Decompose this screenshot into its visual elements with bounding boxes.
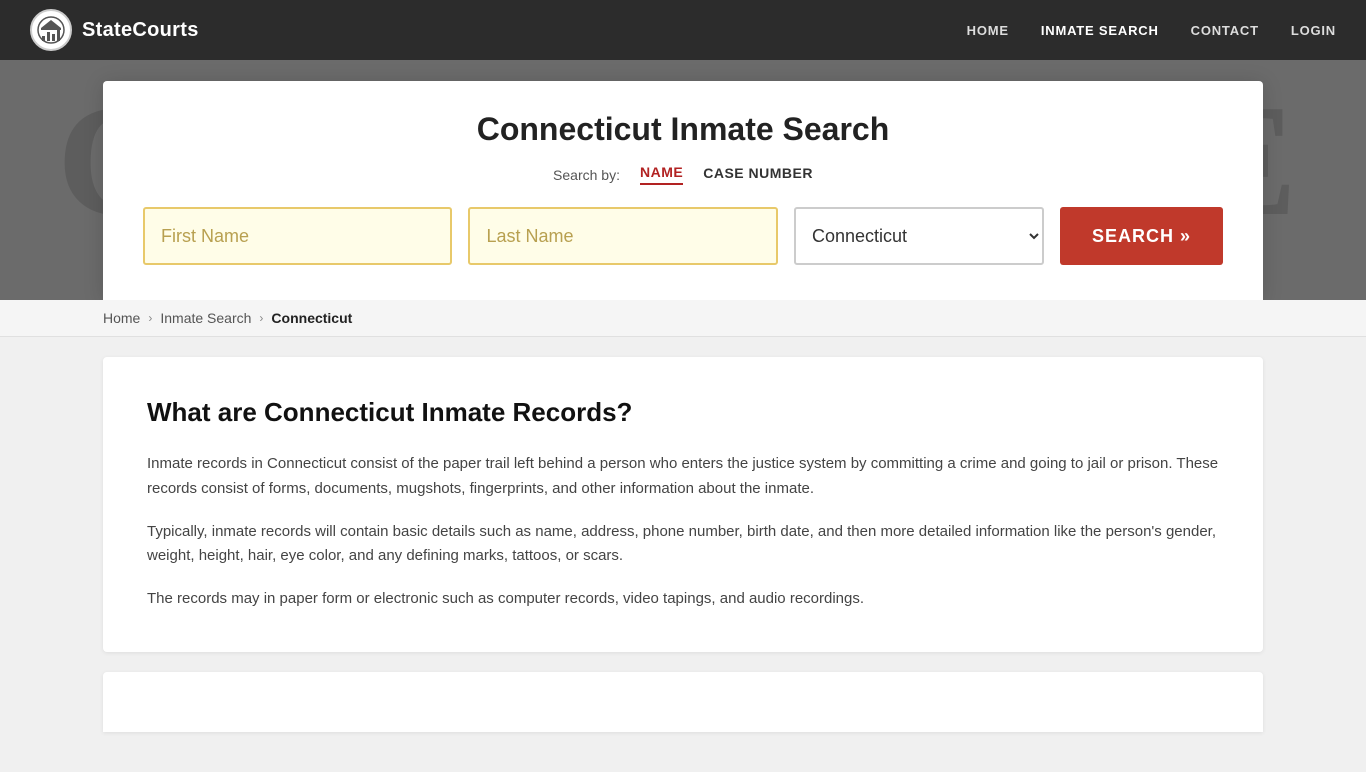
content-card-1: What are Connecticut Inmate Records? Inm…: [103, 357, 1263, 652]
breadcrumb-inmate-search[interactable]: Inmate Search: [160, 310, 251, 326]
section1-para2: Typically, inmate records will contain b…: [147, 520, 1219, 570]
logo-icon: [30, 9, 72, 51]
breadcrumb-home[interactable]: Home: [103, 310, 140, 326]
logo-text: StateCourts: [82, 19, 199, 42]
logo[interactable]: StateCourts: [30, 9, 199, 51]
breadcrumb-sep-1: ›: [148, 311, 152, 325]
section1-heading: What are Connecticut Inmate Records?: [147, 397, 1219, 428]
search-inputs-row: Connecticut Alabama Alaska Arizona Arkan…: [143, 207, 1223, 265]
nav-home[interactable]: HOME: [967, 23, 1009, 38]
nav-login[interactable]: LOGIN: [1291, 23, 1336, 38]
breadcrumb: Home › Inmate Search › Connecticut: [103, 310, 1263, 326]
header: COURTHOUSE StateCourts HOME INMATE SEARC…: [0, 0, 1366, 300]
tab-case-number[interactable]: CASE NUMBER: [703, 165, 813, 184]
content-card-2-partial: [103, 672, 1263, 732]
search-by-row: Search by: NAME CASE NUMBER: [143, 164, 1223, 185]
navigation-bar: StateCourts HOME INMATE SEARCH CONTACT L…: [0, 0, 1366, 60]
search-card: Connecticut Inmate Search Search by: NAM…: [103, 81, 1263, 300]
content-area: What are Connecticut Inmate Records? Inm…: [103, 357, 1263, 772]
columns-icon: [37, 16, 65, 44]
search-card-wrapper: Connecticut Inmate Search Search by: NAM…: [103, 81, 1263, 300]
nav-inmate-search[interactable]: INMATE SEARCH: [1041, 23, 1159, 38]
nav-links: HOME INMATE SEARCH CONTACT LOGIN: [967, 23, 1336, 38]
first-name-input[interactable]: [143, 207, 452, 265]
search-button[interactable]: SEARCH »: [1060, 207, 1223, 265]
last-name-input[interactable]: [468, 207, 777, 265]
breadcrumb-sep-2: ›: [259, 311, 263, 325]
section1-para1: Inmate records in Connecticut consist of…: [147, 452, 1219, 502]
breadcrumb-bar: Home › Inmate Search › Connecticut: [0, 300, 1366, 337]
search-card-title: Connecticut Inmate Search: [143, 111, 1223, 148]
section1-para3: The records may in paper form or electro…: [147, 587, 1219, 612]
nav-contact[interactable]: CONTACT: [1191, 23, 1259, 38]
state-select[interactable]: Connecticut Alabama Alaska Arizona Arkan…: [794, 207, 1044, 265]
tab-name[interactable]: NAME: [640, 164, 683, 185]
breadcrumb-current: Connecticut: [271, 310, 352, 326]
search-by-label: Search by:: [553, 167, 620, 183]
